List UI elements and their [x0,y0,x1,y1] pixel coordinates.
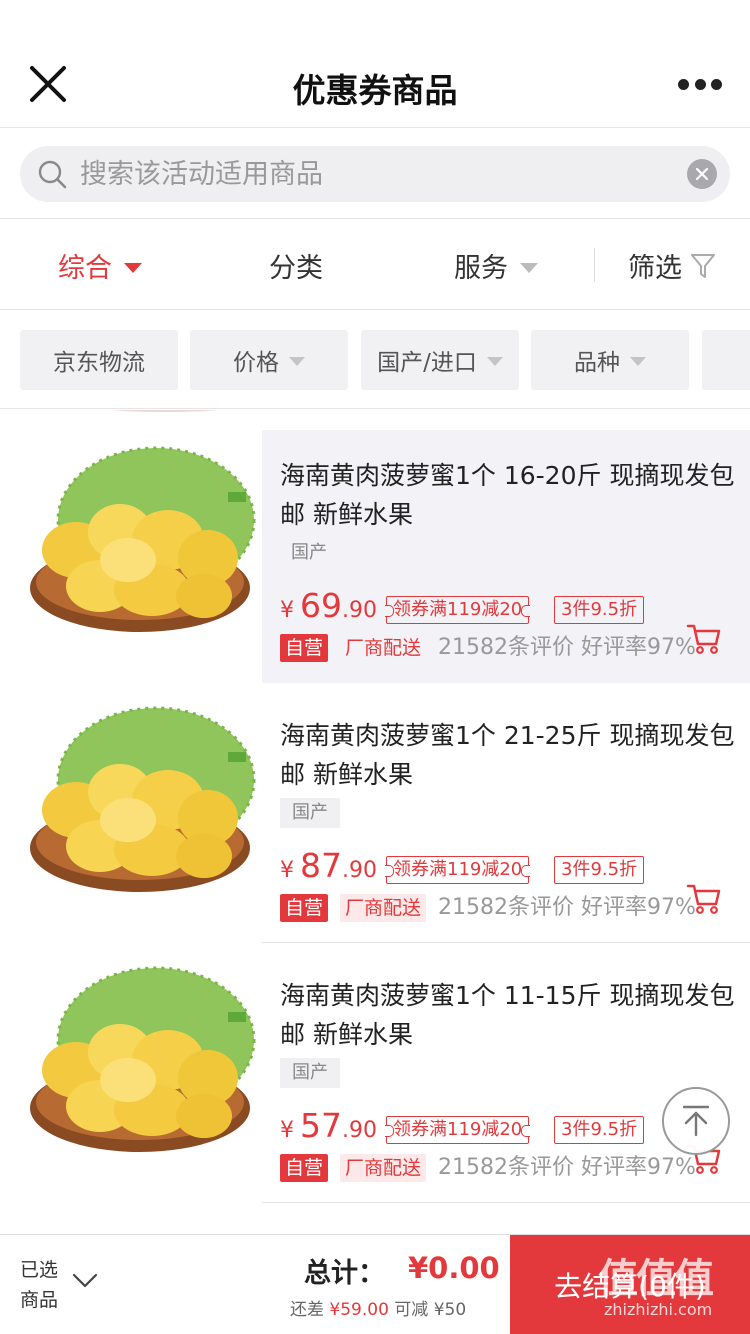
search-icon [38,160,67,189]
more-dot-icon [694,78,706,90]
self-operated-tag: 自营 [280,894,329,922]
chevron-down-icon[interactable] [72,1273,98,1289]
sort-comprehensive[interactable]: 综合 [58,246,142,285]
clear-icon [695,167,709,181]
total-value: ¥0.00 [408,1251,500,1285]
coupon-tag: 领券满119减20 [384,1116,531,1144]
chip-origin[interactable]: 国产/进口 [361,330,519,390]
product-card[interactable]: 海南黄肉菠萝蜜1个 16-20斤 现摘现发包邮 新鲜水果 国产 ¥ 69 .90… [0,410,750,683]
filter-button[interactable]: 筛选 [628,246,716,285]
back-to-top-button[interactable] [662,1087,730,1155]
price-integer: 87 [300,846,342,885]
review-summary: 21582条评价 好评率97% [438,1155,696,1180]
chip-more[interactable] [702,330,750,390]
total-label: 总计： [304,1258,385,1289]
diff-value: ¥59.00 [329,1300,389,1320]
price-currency: ¥ [280,858,294,883]
watermark-logo: 值值值 [598,1256,714,1302]
chip-jd-logistics[interactable]: 京东物流 [20,330,178,390]
more-dot-icon [678,78,689,90]
self-operated-tag: 自营 [280,634,329,662]
price-decimal: .90 [342,1118,377,1143]
chip-label: 京东物流 [53,350,145,376]
search-bar [0,129,750,219]
review-summary: 21582条评价 好评率97% [438,895,696,920]
product-info: 海南黄肉菠萝蜜1个 16-20斤 现摘现发包邮 新鲜水果 国产 ¥ 69 .90… [262,430,750,683]
funnel-icon [691,253,715,278]
jackfruit-image [30,706,256,892]
sort-category[interactable]: 分类 [269,246,323,285]
shipping-tag: 厂商配送 [340,894,427,922]
coupon-tag: 领券满119减20 [384,856,531,884]
product-card[interactable]: 海南黄肉菠萝蜜1个 11-15斤 现摘现发包邮 新鲜水果 国产 ¥ 57 .90… [0,930,750,1203]
add-to-cart-icon[interactable] [686,620,722,656]
caret-down-icon [630,356,646,366]
clear-search-button[interactable] [687,159,717,189]
add-to-cart-icon[interactable] [686,880,722,916]
product-title[interactable]: 海南黄肉菠萝蜜1个 21-25斤 现摘现发包邮 新鲜水果 [280,716,740,794]
product-card[interactable]: 海南黄肉菠萝蜜1个 21-25斤 现摘现发包邮 新鲜水果 国产 ¥ 87 .90… [0,670,750,943]
watermark-url: zhizhizhi.com [604,1300,713,1319]
discount-hint: 还差 ¥59.00 可减 ¥50 [290,1295,466,1320]
coupon-tag: 领券满119减20 [384,596,531,624]
selected-items-toggle[interactable]: 已选 商品 [20,1255,62,1315]
divider [594,248,595,282]
price-decimal: .90 [342,598,377,623]
sort-label: 筛选 [628,253,682,284]
promo-tag: 3件9.5折 [554,856,645,884]
origin-tag: 国产 [291,542,327,563]
page-title: 优惠券商品 [292,71,458,110]
jackfruit-image [30,446,256,632]
chip-price[interactable]: 价格 [190,330,348,390]
sort-service[interactable]: 服务 [454,246,538,285]
search-input[interactable] [80,146,680,202]
product-price: ¥ 69 .90 [280,586,377,625]
promo-tag: 3件9.5折 [554,1116,645,1144]
jackfruit-image [30,966,256,1152]
sort-bar: 综合 分类 服务 筛选 [0,220,750,310]
product-title[interactable]: 海南黄肉菠萝蜜1个 11-15斤 现摘现发包邮 新鲜水果 [280,976,740,1054]
selected-label-line2: 商品 [20,1289,59,1311]
sort-label: 服务 [454,253,508,284]
price-integer: 57 [300,1106,342,1145]
price-integer: 69 [300,586,342,625]
more-menu-button[interactable] [678,76,722,92]
caret-down-icon [520,262,538,273]
origin-tag: 国产 [280,1058,340,1088]
caret-down-icon [124,262,142,273]
product-info: 海南黄肉菠萝蜜1个 11-15斤 现摘现发包邮 新鲜水果 国产 ¥ 57 .90… [262,950,750,1203]
caret-down-icon [289,356,305,366]
chip-variety[interactable]: 品种 [531,330,689,390]
search-box[interactable] [20,146,730,202]
review-summary: 21582条评价 好评率97% [438,635,696,660]
selected-label-line1: 已选 [20,1259,59,1281]
product-price: ¥ 57 .90 [280,1106,377,1145]
chip-label: 国产/进口 [377,350,477,376]
price-currency: ¥ [280,1118,294,1143]
top-nav-bar: 优惠券商品 [0,40,750,128]
sort-label: 综合 [58,253,112,284]
sort-label: 分类 [269,253,323,284]
reduce-value: ¥50 [433,1300,467,1320]
product-title[interactable]: 海南黄肉菠萝蜜1个 16-20斤 现摘现发包邮 新鲜水果 [280,456,740,534]
shipping-tag: 厂商配送 [345,637,422,659]
price-currency: ¥ [280,598,294,623]
product-list[interactable]: 海南黄肉菠萝蜜1个 16-20斤 现摘现发包邮 新鲜水果 国产 ¥ 69 .90… [0,410,750,1234]
product-info: 海南黄肉菠萝蜜1个 21-25斤 现摘现发包邮 新鲜水果 国产 ¥ 87 .90… [262,690,750,943]
shipping-tag: 厂商配送 [340,1154,427,1182]
caret-down-icon [486,356,503,366]
reduce-label: 可减 [394,1300,429,1320]
chip-label: 品种 [574,350,620,376]
diff-label: 还差 [290,1300,324,1320]
promo-tag: 3件9.5折 [554,596,645,624]
origin-tag: 国产 [280,798,340,828]
filter-chip-row: 京东物流 价格 国产/进口 品种 [0,311,750,409]
price-decimal: .90 [342,858,377,883]
self-operated-tag: 自营 [280,1154,329,1182]
arrow-up-icon [682,1105,710,1137]
chip-label: 价格 [233,350,279,376]
product-price: ¥ 87 .90 [280,846,377,885]
more-dot-icon [711,78,722,90]
